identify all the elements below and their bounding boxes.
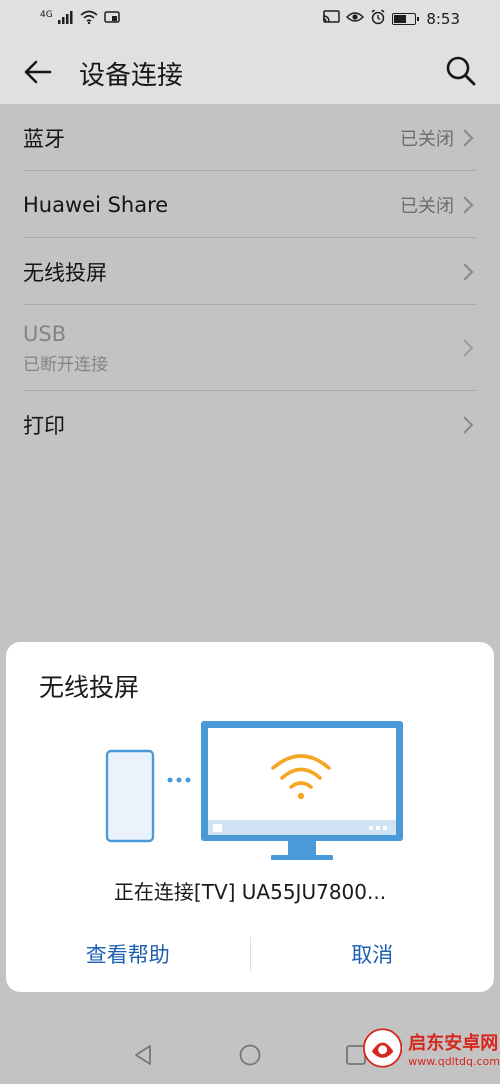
watermark-url: www.qdltdq.com [408, 1054, 500, 1068]
connecting-status: 正在连接[TV] UA55JU7800... [113, 880, 387, 904]
projection-illustration [96, 716, 406, 866]
watermark: 启东安卓网 www.qdltdq.com [363, 1012, 500, 1084]
connecting-dots [167, 777, 191, 783]
circle-home-icon [239, 1044, 261, 1066]
dialog-title: 无线投屏 [39, 673, 140, 702]
nav-back-button[interactable] [132, 1044, 154, 1070]
watermark-text: 启东安卓网 www.qdltdq.com [408, 1029, 500, 1068]
nav-home-button[interactable] [239, 1044, 261, 1070]
watermark-logo-icon [363, 1028, 403, 1068]
help-button[interactable]: 查看帮助 [6, 939, 250, 969]
cancel-button[interactable]: 取消 [251, 939, 495, 969]
triangle-back-icon [135, 1045, 151, 1065]
watermark-title: 启东安卓网 [408, 1032, 499, 1054]
projection-dialog: 无线投屏 正在连接[TV] UA55JU7800... 查看帮助 取消 [6, 642, 494, 992]
phone-icon [105, 749, 155, 843]
tv-icon [201, 721, 403, 860]
dialog-actions: 查看帮助 取消 [6, 934, 494, 974]
status-scrim [0, 0, 500, 104]
